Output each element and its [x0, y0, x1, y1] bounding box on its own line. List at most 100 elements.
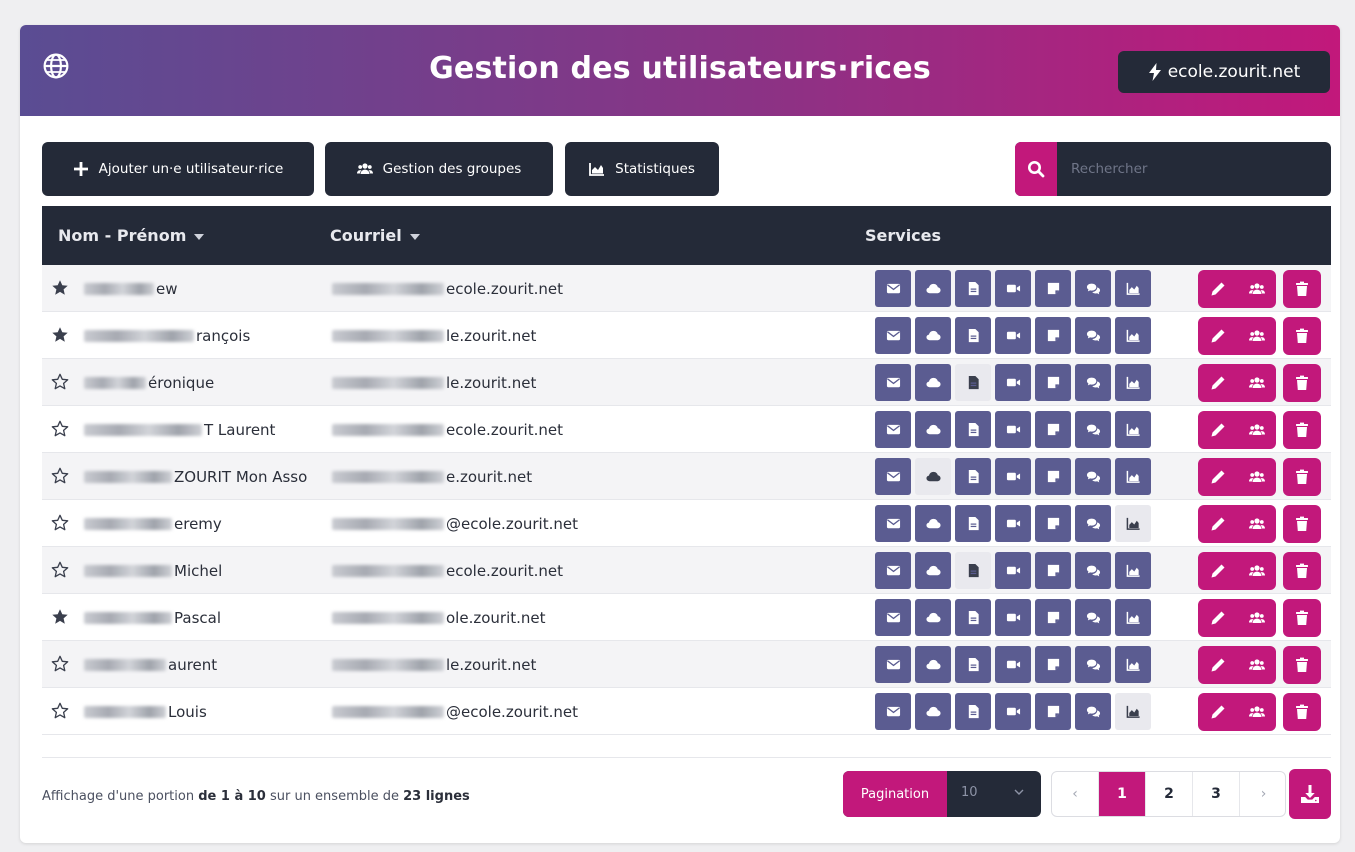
service-video-toggle[interactable]	[995, 411, 1031, 448]
service-note-toggle[interactable]	[1035, 552, 1071, 589]
service-note-toggle[interactable]	[1035, 505, 1071, 542]
service-cloud-toggle[interactable]	[915, 505, 951, 542]
service-mail-toggle[interactable]	[875, 364, 911, 401]
service-cloud-toggle[interactable]	[915, 458, 951, 495]
star-filled-icon[interactable]	[51, 279, 69, 297]
service-note-toggle[interactable]	[1035, 693, 1071, 730]
service-chat-toggle[interactable]	[1075, 693, 1111, 730]
user-groups-button[interactable]	[1237, 505, 1276, 543]
edit-user-button[interactable]	[1198, 364, 1237, 402]
service-mail-toggle[interactable]	[875, 270, 911, 307]
star-outline-icon[interactable]	[51, 655, 69, 673]
star-outline-icon[interactable]	[51, 514, 69, 532]
service-document-toggle[interactable]	[955, 270, 991, 307]
service-chart-toggle[interactable]	[1115, 646, 1151, 683]
service-chat-toggle[interactable]	[1075, 411, 1111, 448]
page-size-select[interactable]: Pagination 10	[843, 771, 1041, 817]
service-video-toggle[interactable]	[995, 270, 1031, 307]
service-document-toggle[interactable]	[955, 693, 991, 730]
email-column-header[interactable]: Courriel	[330, 226, 420, 245]
next-page-button[interactable]: ›	[1240, 772, 1285, 816]
service-chart-toggle[interactable]	[1115, 317, 1151, 354]
service-note-toggle[interactable]	[1035, 364, 1071, 401]
user-groups-button[interactable]	[1237, 317, 1276, 355]
service-chart-toggle[interactable]	[1115, 693, 1151, 730]
edit-user-button[interactable]	[1198, 599, 1237, 637]
service-mail-toggle[interactable]	[875, 505, 911, 542]
star-outline-icon[interactable]	[51, 467, 69, 485]
user-groups-button[interactable]	[1237, 646, 1276, 684]
service-document-toggle[interactable]	[955, 458, 991, 495]
service-chat-toggle[interactable]	[1075, 270, 1111, 307]
delete-user-button[interactable]	[1283, 270, 1321, 308]
service-video-toggle[interactable]	[995, 317, 1031, 354]
service-cloud-toggle[interactable]	[915, 646, 951, 683]
service-chart-toggle[interactable]	[1115, 505, 1151, 542]
service-document-toggle[interactable]	[955, 364, 991, 401]
service-chart-toggle[interactable]	[1115, 552, 1151, 589]
edit-user-button[interactable]	[1198, 646, 1237, 684]
service-mail-toggle[interactable]	[875, 693, 911, 730]
prev-page-button[interactable]: ‹	[1052, 772, 1099, 816]
service-mail-toggle[interactable]	[875, 411, 911, 448]
download-button[interactable]	[1289, 769, 1331, 819]
service-cloud-toggle[interactable]	[915, 411, 951, 448]
service-mail-toggle[interactable]	[875, 599, 911, 636]
delete-user-button[interactable]	[1283, 599, 1321, 637]
service-cloud-toggle[interactable]	[915, 693, 951, 730]
search-input[interactable]	[1071, 142, 1321, 196]
service-note-toggle[interactable]	[1035, 458, 1071, 495]
search-button[interactable]	[1015, 142, 1057, 196]
service-document-toggle[interactable]	[955, 599, 991, 636]
service-chart-toggle[interactable]	[1115, 458, 1151, 495]
service-cloud-toggle[interactable]	[915, 364, 951, 401]
service-document-toggle[interactable]	[955, 317, 991, 354]
edit-user-button[interactable]	[1198, 270, 1237, 308]
star-filled-icon[interactable]	[51, 326, 69, 344]
service-mail-toggle[interactable]	[875, 458, 911, 495]
star-outline-icon[interactable]	[51, 420, 69, 438]
service-mail-toggle[interactable]	[875, 646, 911, 683]
service-chart-toggle[interactable]	[1115, 364, 1151, 401]
service-cloud-toggle[interactable]	[915, 270, 951, 307]
service-video-toggle[interactable]	[995, 458, 1031, 495]
page-3-button[interactable]: 3	[1193, 772, 1240, 816]
add-user-button[interactable]: Ajouter un·e utilisateur·rice	[42, 142, 314, 196]
user-groups-button[interactable]	[1237, 270, 1276, 308]
user-groups-button[interactable]	[1237, 458, 1276, 496]
service-mail-toggle[interactable]	[875, 317, 911, 354]
delete-user-button[interactable]	[1283, 364, 1321, 402]
delete-user-button[interactable]	[1283, 646, 1321, 684]
statistics-button[interactable]: Statistiques	[565, 142, 719, 196]
service-chart-toggle[interactable]	[1115, 270, 1151, 307]
service-chart-toggle[interactable]	[1115, 411, 1151, 448]
service-note-toggle[interactable]	[1035, 317, 1071, 354]
edit-user-button[interactable]	[1198, 411, 1237, 449]
service-chat-toggle[interactable]	[1075, 317, 1111, 354]
edit-user-button[interactable]	[1198, 317, 1237, 355]
service-chart-toggle[interactable]	[1115, 599, 1151, 636]
edit-user-button[interactable]	[1198, 505, 1237, 543]
user-groups-button[interactable]	[1237, 411, 1276, 449]
service-video-toggle[interactable]	[995, 552, 1031, 589]
star-outline-icon[interactable]	[51, 373, 69, 391]
service-note-toggle[interactable]	[1035, 270, 1071, 307]
delete-user-button[interactable]	[1283, 505, 1321, 543]
service-video-toggle[interactable]	[995, 646, 1031, 683]
service-chat-toggle[interactable]	[1075, 364, 1111, 401]
user-groups-button[interactable]	[1237, 599, 1276, 637]
star-outline-icon[interactable]	[51, 561, 69, 579]
service-video-toggle[interactable]	[995, 505, 1031, 542]
name-column-header[interactable]: Nom - Prénom	[58, 226, 205, 245]
service-note-toggle[interactable]	[1035, 646, 1071, 683]
star-outline-icon[interactable]	[51, 702, 69, 720]
service-video-toggle[interactable]	[995, 599, 1031, 636]
star-filled-icon[interactable]	[51, 608, 69, 626]
service-video-toggle[interactable]	[995, 364, 1031, 401]
domain-badge[interactable]: ecole.zourit.net	[1118, 51, 1330, 93]
service-document-toggle[interactable]	[955, 411, 991, 448]
service-cloud-toggle[interactable]	[915, 552, 951, 589]
delete-user-button[interactable]	[1283, 693, 1321, 731]
delete-user-button[interactable]	[1283, 411, 1321, 449]
service-document-toggle[interactable]	[955, 552, 991, 589]
